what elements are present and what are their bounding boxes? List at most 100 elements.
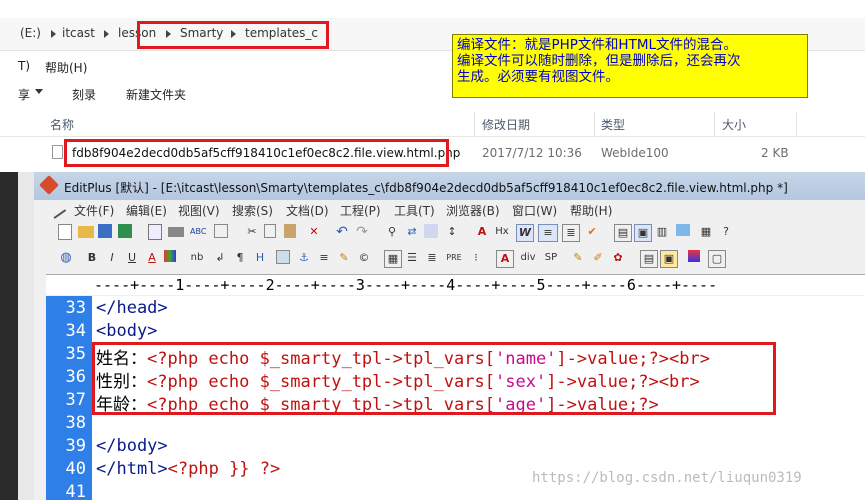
copy-icon[interactable] <box>264 224 276 238</box>
line-number: 33 <box>65 298 86 318</box>
code-line-39[interactable]: </body> <box>96 436 168 456</box>
file-icon <box>52 145 63 159</box>
span-button[interactable]: SP <box>542 250 560 266</box>
check-icon[interactable]: ✔ <box>584 224 600 240</box>
output-icon[interactable]: ▥ <box>654 224 670 240</box>
breadcrumb-itcast[interactable]: itcast <box>62 26 95 40</box>
find-icon[interactable]: ⚲ <box>384 224 400 240</box>
share-button[interactable]: 享 <box>18 86 30 103</box>
script-icon[interactable]: A <box>496 250 514 268</box>
input-icon[interactable]: ▣ <box>660 250 678 268</box>
anchor-icon[interactable]: ⚓ <box>296 250 312 266</box>
bullet-list-icon[interactable]: ⁝ <box>468 250 484 266</box>
font-icon[interactable]: A <box>474 224 490 240</box>
form-icon[interactable]: ▤ <box>640 250 658 268</box>
table-icon[interactable]: ▦ <box>384 250 402 268</box>
menu-file[interactable]: 文件(F) <box>74 202 114 219</box>
directory-icon[interactable]: ▣ <box>634 224 652 242</box>
nbsp-button[interactable]: nb <box>186 250 208 266</box>
delete-icon[interactable]: ✕ <box>306 224 322 240</box>
image-icon[interactable] <box>276 250 290 264</box>
browser-icon[interactable] <box>214 224 228 238</box>
save-all-icon[interactable] <box>118 224 132 238</box>
hyperlink-icon[interactable]: H <box>252 250 268 266</box>
undo-icon[interactable]: ↶ <box>334 224 350 240</box>
replace-icon[interactable]: ⇄ <box>404 224 420 240</box>
paragraph-icon[interactable]: ¶ <box>232 250 248 266</box>
redo-icon[interactable]: ↷ <box>354 224 370 240</box>
edit-icon[interactable]: ✎ <box>570 250 586 266</box>
font-color-icon[interactable]: A <box>144 250 160 266</box>
help-cursor-icon[interactable]: ? <box>718 224 734 240</box>
editplus-toolbar-main: ABC ✂ ✕ ↶ ↷ ⚲ ⇄ ↕ A Hx W ≡ ≣ ✔ ▤ ▣ ▥ ▦ ? <box>44 221 804 245</box>
window-icon[interactable]: ▢ <box>708 250 726 268</box>
align-icon[interactable]: ≣ <box>424 250 440 266</box>
note-line-2: 编译文件可以随时删除，但是删除后，还会再次 <box>457 53 741 69</box>
menu-edit[interactable]: 编辑(E) <box>126 202 167 219</box>
ruler-text: ----+----1----+----2----+----3----+----4… <box>94 276 718 294</box>
new-file-icon[interactable] <box>58 224 72 240</box>
column-size[interactable]: 大小 <box>722 116 746 133</box>
bold-button[interactable]: B <box>84 250 100 266</box>
breadcrumb-drive[interactable]: (E:) <box>20 26 41 40</box>
spellcheck-icon[interactable]: ABC <box>190 224 206 240</box>
column-divider[interactable] <box>474 112 475 136</box>
burn-button[interactable]: 刻录 <box>72 86 96 103</box>
code-line-33[interactable]: </head> <box>96 298 168 318</box>
code-line-40[interactable]: </html><?php }} ?> <box>96 459 280 479</box>
chevron-right-icon <box>51 30 56 38</box>
ruler-icon[interactable]: ≡ <box>538 224 558 242</box>
menu-search[interactable]: 搜索(S) <box>232 202 273 219</box>
horizontal-rule-icon[interactable]: ≡ <box>316 250 332 266</box>
find-in-files-icon[interactable] <box>424 224 438 238</box>
menu-project[interactable]: 工程(P) <box>340 202 381 219</box>
menu-window[interactable]: 窗口(W) <box>512 202 557 219</box>
window-list-icon[interactable]: ▦ <box>698 224 714 240</box>
dropdown-arrow-icon[interactable] <box>35 89 43 94</box>
underline-button[interactable]: U <box>124 250 140 266</box>
line-break-icon[interactable]: ↲ <box>212 250 228 266</box>
menu-document[interactable]: 文档(D) <box>286 202 329 219</box>
column-modified[interactable]: 修改日期 <box>482 116 530 133</box>
copyright-icon[interactable]: © <box>356 250 372 266</box>
italic-button[interactable]: I <box>104 250 120 266</box>
menu-tools[interactable]: 工具(T) <box>394 202 435 219</box>
fullscreen-icon[interactable] <box>676 224 690 236</box>
line-number: 39 <box>65 436 86 456</box>
menu-help[interactable]: 帮助(H) <box>45 59 87 76</box>
pre-button[interactable]: PRE <box>444 250 464 266</box>
goto-icon[interactable]: ↕ <box>444 224 460 240</box>
menu-tools[interactable]: T) <box>18 59 30 73</box>
pencil-icon <box>47 201 67 219</box>
globe-icon[interactable]: ◍ <box>58 250 74 266</box>
word-wrap-icon[interactable]: W <box>516 224 534 242</box>
highlight-icon[interactable]: ✐ <box>590 250 606 266</box>
print-icon[interactable] <box>168 227 184 237</box>
menu-help[interactable]: 帮助(H) <box>570 202 612 219</box>
column-divider[interactable] <box>714 112 715 136</box>
div-button[interactable]: div <box>518 250 538 266</box>
column-divider[interactable] <box>594 112 595 136</box>
color-picker-icon[interactable] <box>164 250 176 262</box>
print-preview-icon[interactable] <box>148 224 162 240</box>
list-icon[interactable]: ☰ <box>404 250 420 266</box>
column-name[interactable]: 名称 <box>50 116 74 133</box>
cut-icon[interactable]: ✂ <box>244 224 260 240</box>
save-icon[interactable] <box>98 224 112 238</box>
paste-icon[interactable] <box>284 224 296 238</box>
line-numbers-icon[interactable]: ≣ <box>562 224 580 242</box>
new-folder-button[interactable]: 新建文件夹 <box>126 86 186 103</box>
tool-icon[interactable]: ✿ <box>610 250 626 266</box>
code-line-34[interactable]: <body> <box>96 321 157 341</box>
menu-view[interactable]: 视图(V) <box>178 202 220 219</box>
open-folder-icon[interactable] <box>78 226 94 238</box>
frame-icon[interactable] <box>688 250 700 262</box>
menu-browser[interactable]: 浏览器(B) <box>446 202 500 219</box>
comment-icon[interactable]: ✎ <box>336 250 352 266</box>
line-number: 35 <box>65 344 86 364</box>
column-type[interactable]: 类型 <box>601 116 625 133</box>
code-text: <body> <box>96 321 158 341</box>
column-divider[interactable] <box>796 112 797 136</box>
cliptext-icon[interactable]: ▤ <box>614 224 632 242</box>
hex-icon[interactable]: Hx <box>494 224 510 240</box>
